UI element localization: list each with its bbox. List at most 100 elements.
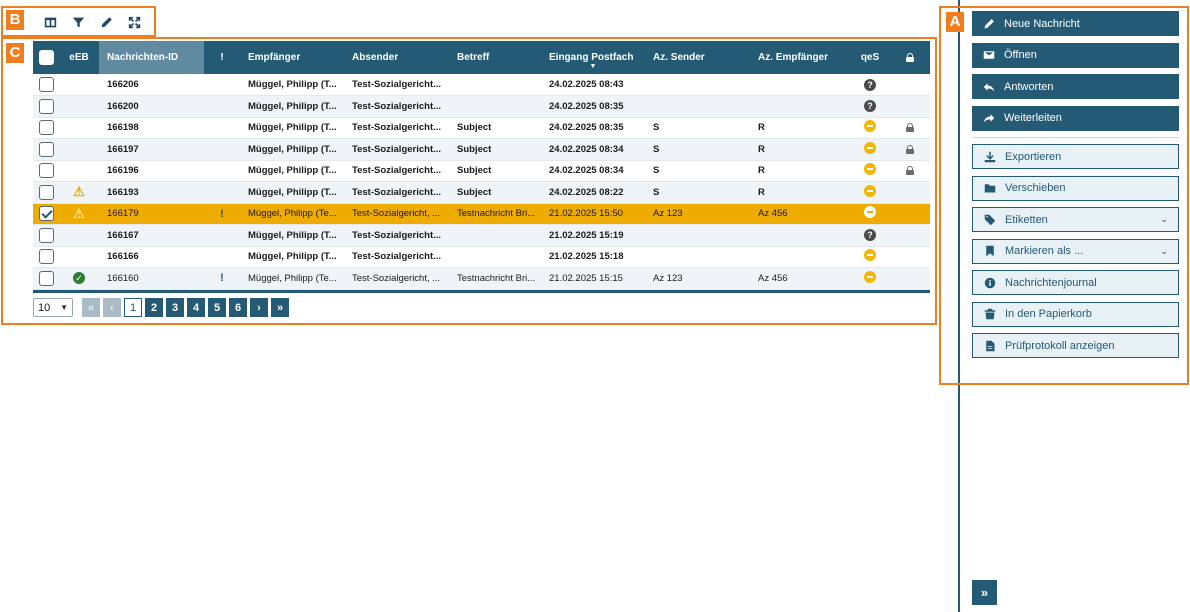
table-row[interactable]: 166200 Müggel, Philipp (T... Test-Sozialge… — [33, 95, 930, 118]
page-button-3[interactable]: 3 — [166, 298, 184, 317]
eeb-cell: ✓ — [59, 267, 99, 290]
received-cell: 21.02.2025 15:15 — [541, 267, 645, 290]
first-page-button[interactable]: « — [82, 298, 100, 317]
row-checkbox[interactable] — [38, 120, 54, 136]
table-row[interactable]: 166197 Müggel, Philipp (T... Test-Sozialge… — [33, 138, 930, 161]
filter-button[interactable] — [64, 13, 92, 31]
collapse-sidebar-button[interactable]: » — [972, 580, 997, 605]
row-select-cell[interactable] — [33, 203, 59, 225]
bookmark-icon — [985, 245, 994, 257]
page-button-4[interactable]: 4 — [187, 298, 205, 317]
next-page-button[interactable]: › — [250, 298, 268, 317]
column-header-lock[interactable] — [890, 41, 930, 74]
row-select-cell[interactable] — [33, 224, 59, 247]
chevron-down-icon: ▼ — [60, 303, 68, 312]
column-header-qes[interactable]: qeS — [850, 41, 890, 74]
reply-button[interactable]: Antworten — [972, 74, 1179, 99]
select-all-checkbox[interactable] — [38, 50, 54, 65]
page-button-2[interactable]: 2 — [145, 298, 163, 317]
grid-toolbar — [36, 13, 148, 31]
forward-button[interactable]: Weiterleiten — [972, 105, 1179, 131]
new-message-button[interactable]: Neue Nachricht — [972, 11, 1179, 36]
message-id-cell: 166166 — [99, 246, 204, 268]
column-header-eeb[interactable]: eEB — [59, 41, 99, 74]
qes-cell — [850, 181, 890, 204]
row-checkbox[interactable] — [38, 206, 54, 222]
row-checkbox[interactable] — [38, 98, 54, 114]
received-cell: 24.02.2025 08:35 — [541, 95, 645, 118]
recipient-cell: Müggel, Philipp (Te... — [240, 203, 344, 225]
row-select-cell[interactable] — [33, 74, 59, 96]
column-header-priority[interactable]: ! — [204, 41, 240, 74]
row-checkbox[interactable] — [38, 77, 54, 92]
lock-icon — [906, 123, 914, 133]
chevron-down-icon: ⌄ — [1160, 214, 1168, 224]
message-journal-button[interactable]: Nachrichtenjournal — [972, 270, 1179, 295]
move-button[interactable]: Verschieben — [972, 175, 1179, 201]
lock-cell — [890, 203, 930, 225]
page-button-1[interactable]: 1 — [124, 298, 142, 317]
fullscreen-button[interactable] — [120, 13, 148, 31]
message-id-cell: 166193 — [99, 181, 204, 204]
recipient-cell: Müggel, Philipp (T... — [240, 95, 344, 118]
edit-button[interactable] — [92, 13, 120, 31]
open-button[interactable]: Öffnen — [972, 42, 1179, 68]
row-select-cell[interactable] — [33, 117, 59, 139]
prev-page-button[interactable]: ‹ — [103, 298, 121, 317]
ref-sender-cell: S — [645, 138, 750, 161]
page-button-6[interactable]: 6 — [229, 298, 247, 317]
eeb-cell — [59, 246, 99, 268]
table-row[interactable]: 166198 Müggel, Philipp (T... Test-Sozialge… — [33, 117, 930, 139]
last-page-button[interactable]: » — [271, 298, 289, 317]
row-select-cell[interactable] — [33, 267, 59, 290]
table-row[interactable]: 166166 Müggel, Philipp (T... Test-Sozialge… — [33, 246, 930, 268]
row-select-cell[interactable] — [33, 95, 59, 118]
row-select-cell[interactable] — [33, 181, 59, 204]
trash-button[interactable]: In den Papierkorb — [972, 301, 1179, 327]
row-checkbox[interactable] — [38, 163, 54, 179]
lock-cell — [890, 160, 930, 182]
row-select-cell[interactable] — [33, 246, 59, 268]
download-icon — [984, 151, 995, 162]
mark-as-dropdown[interactable]: Markieren als ... ⌄ — [972, 238, 1179, 264]
labels-label: Etiketten — [1005, 213, 1048, 226]
column-header-sender[interactable]: Absender — [344, 41, 449, 74]
table-row[interactable]: 166206 Müggel, Philipp (T... Test-Sozialge… — [33, 74, 930, 96]
check-circle-icon: ✓ — [73, 272, 85, 285]
page-button-5[interactable]: 5 — [208, 298, 226, 317]
page-size-value: 10 — [38, 301, 51, 314]
column-header-subject[interactable]: Betreff — [449, 41, 541, 74]
eeb-cell — [59, 160, 99, 182]
open-label: Öffnen — [1004, 49, 1037, 61]
column-header-ref-sender[interactable]: Az. Sender — [645, 41, 750, 74]
lock-cell — [890, 95, 930, 118]
columns-button[interactable] — [36, 13, 64, 31]
column-header-ref-recipient[interactable]: Az. Empfänger — [750, 41, 850, 74]
select-all-header[interactable] — [33, 41, 59, 74]
grid-bottom-border — [33, 289, 930, 293]
column-header-recipient[interactable]: Empfänger — [240, 41, 344, 74]
audit-log-button[interactable]: Prüfprotokoll anzeigen — [972, 333, 1179, 358]
row-checkbox[interactable] — [38, 141, 54, 157]
table-row[interactable]: 166167 Müggel, Philipp (T... Test-Sozialge… — [33, 224, 930, 247]
labels-dropdown[interactable]: Etiketten ⌄ — [972, 207, 1179, 232]
row-checkbox[interactable] — [38, 270, 54, 286]
table-row[interactable]: ✓ 166160! Müggel, Philipp (Te... Test-Sozia… — [33, 267, 930, 290]
sender-cell: Test-Sozialgericht... — [344, 224, 449, 247]
recipient-cell: Müggel, Philipp (T... — [240, 181, 344, 204]
column-header-received[interactable]: Eingang Postfach ▼ — [541, 41, 645, 74]
row-checkbox[interactable] — [38, 227, 54, 243]
table-row[interactable]: 166196 Müggel, Philipp (T... Test-Sozialge… — [33, 160, 930, 182]
table-row[interactable]: ⚠ 166179! Müggel, Philipp (Te... Test-Sozia… — [33, 203, 930, 225]
minus-circle-icon — [864, 206, 876, 219]
page-size-select[interactable]: 10 ▼ — [33, 298, 73, 317]
row-checkbox[interactable] — [38, 249, 54, 265]
row-checkbox[interactable] — [38, 184, 54, 200]
row-select-cell[interactable] — [33, 160, 59, 182]
table-row[interactable]: ⚠ 166193 Müggel, Philipp (T... Test-Sozialg… — [33, 181, 930, 204]
column-header-id[interactable]: Nachrichten-ID — [99, 41, 204, 74]
received-cell: 21.02.2025 15:19 — [541, 224, 645, 247]
row-select-cell[interactable] — [33, 138, 59, 161]
export-button[interactable]: Exportieren — [972, 144, 1179, 169]
sender-cell: Test-Sozialgericht, ... — [344, 203, 449, 225]
